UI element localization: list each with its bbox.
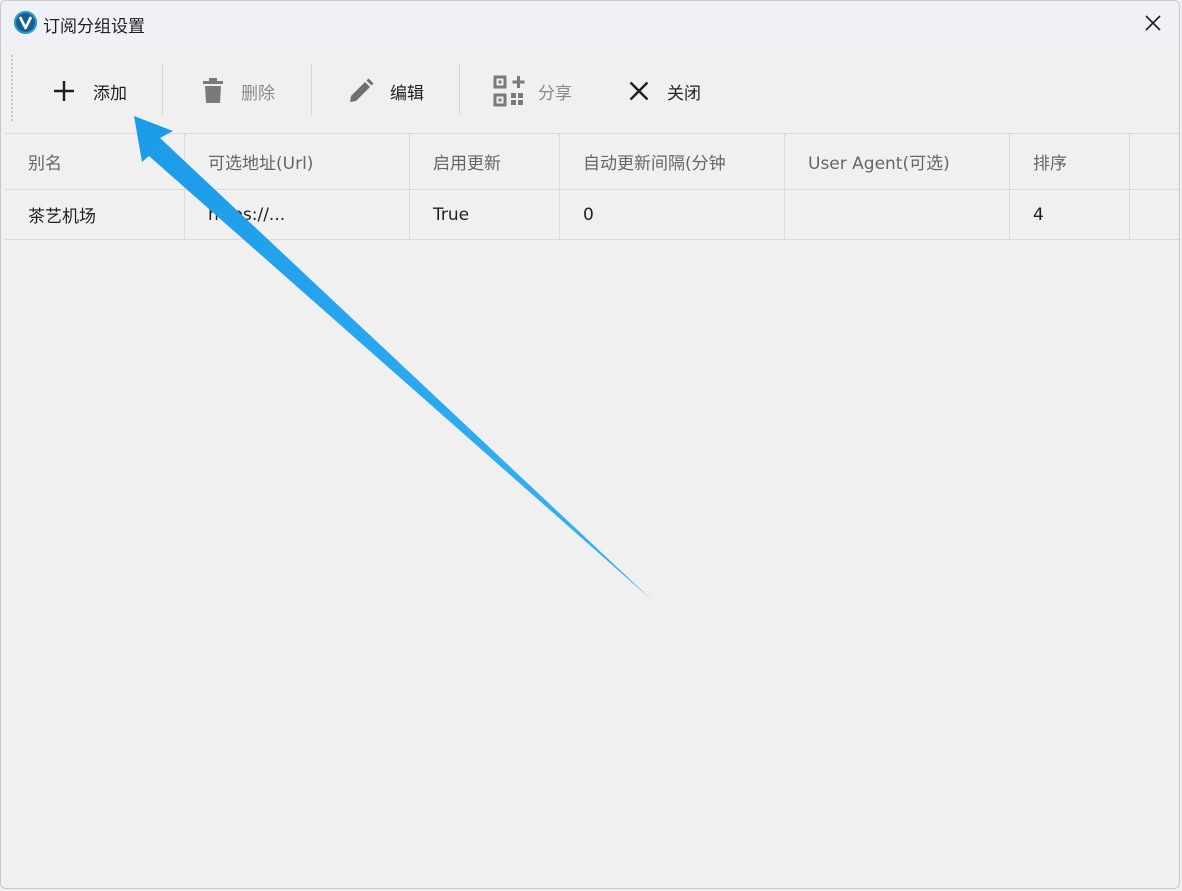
qr-code-icon: [493, 75, 525, 107]
toolbar-separator: [311, 63, 312, 115]
cell-update-interval[interactable]: 0: [560, 190, 785, 239]
edit-button-label: 编辑: [390, 83, 424, 104]
close-icon: [1145, 15, 1161, 31]
cell-enable-update[interactable]: True: [410, 190, 560, 239]
column-header-url[interactable]: 可选地址(Url): [185, 134, 410, 189]
trash-icon: [203, 78, 223, 103]
delete-button[interactable]: 删除: [202, 73, 275, 109]
toolbar: 添加 删除 编辑 分享 关闭: [1, 45, 1179, 133]
plus-icon: [54, 81, 74, 101]
add-button[interactable]: 添加: [53, 73, 127, 109]
toolbar-separator: [459, 63, 460, 115]
close-button-label: 关闭: [667, 83, 701, 104]
edit-button[interactable]: 编辑: [348, 73, 424, 109]
delete-button-label: 删除: [241, 83, 275, 104]
add-button-label: 添加: [93, 83, 127, 104]
title-bar: 订阅分组设置: [1, 1, 1179, 45]
cell-url[interactable]: https://...: [185, 190, 410, 239]
table-row[interactable]: 茶艺机场 https://... True 0 4: [5, 190, 1179, 240]
share-button[interactable]: 分享: [493, 73, 572, 109]
cell-user-agent[interactable]: [785, 190, 1010, 239]
subscription-group-settings-window: 订阅分组设置 添加 删除 编辑 分享 关闭 别名 可选地址(Url) 启用更新 …: [0, 0, 1180, 889]
cell-sort[interactable]: 4: [1010, 190, 1130, 239]
column-header-sort[interactable]: 排序: [1010, 134, 1130, 189]
table-header-row: 别名 可选地址(Url) 启用更新 自动更新间隔(分钟 User Agent(可…: [5, 134, 1179, 190]
window-title: 订阅分组设置: [43, 17, 145, 37]
toolbar-grip[interactable]: [11, 55, 15, 121]
close-icon: [629, 81, 649, 101]
column-header-alias[interactable]: 别名: [5, 134, 185, 189]
column-header-enable-update[interactable]: 启用更新: [410, 134, 560, 189]
app-logo-icon: [14, 11, 37, 34]
toolbar-separator: [162, 63, 163, 115]
column-header-filler: [1130, 134, 1179, 189]
cell-filler: [1130, 190, 1179, 239]
window-close-button[interactable]: [1135, 7, 1171, 39]
cell-alias[interactable]: 茶艺机场: [5, 190, 185, 239]
share-button-label: 分享: [538, 83, 572, 104]
close-button[interactable]: 关闭: [629, 73, 701, 109]
subscription-table: 别名 可选地址(Url) 启用更新 自动更新间隔(分钟 User Agent(可…: [5, 133, 1179, 888]
column-header-update-interval[interactable]: 自动更新间隔(分钟: [560, 134, 785, 189]
column-header-user-agent[interactable]: User Agent(可选): [785, 134, 1010, 189]
pencil-icon: [350, 78, 374, 102]
